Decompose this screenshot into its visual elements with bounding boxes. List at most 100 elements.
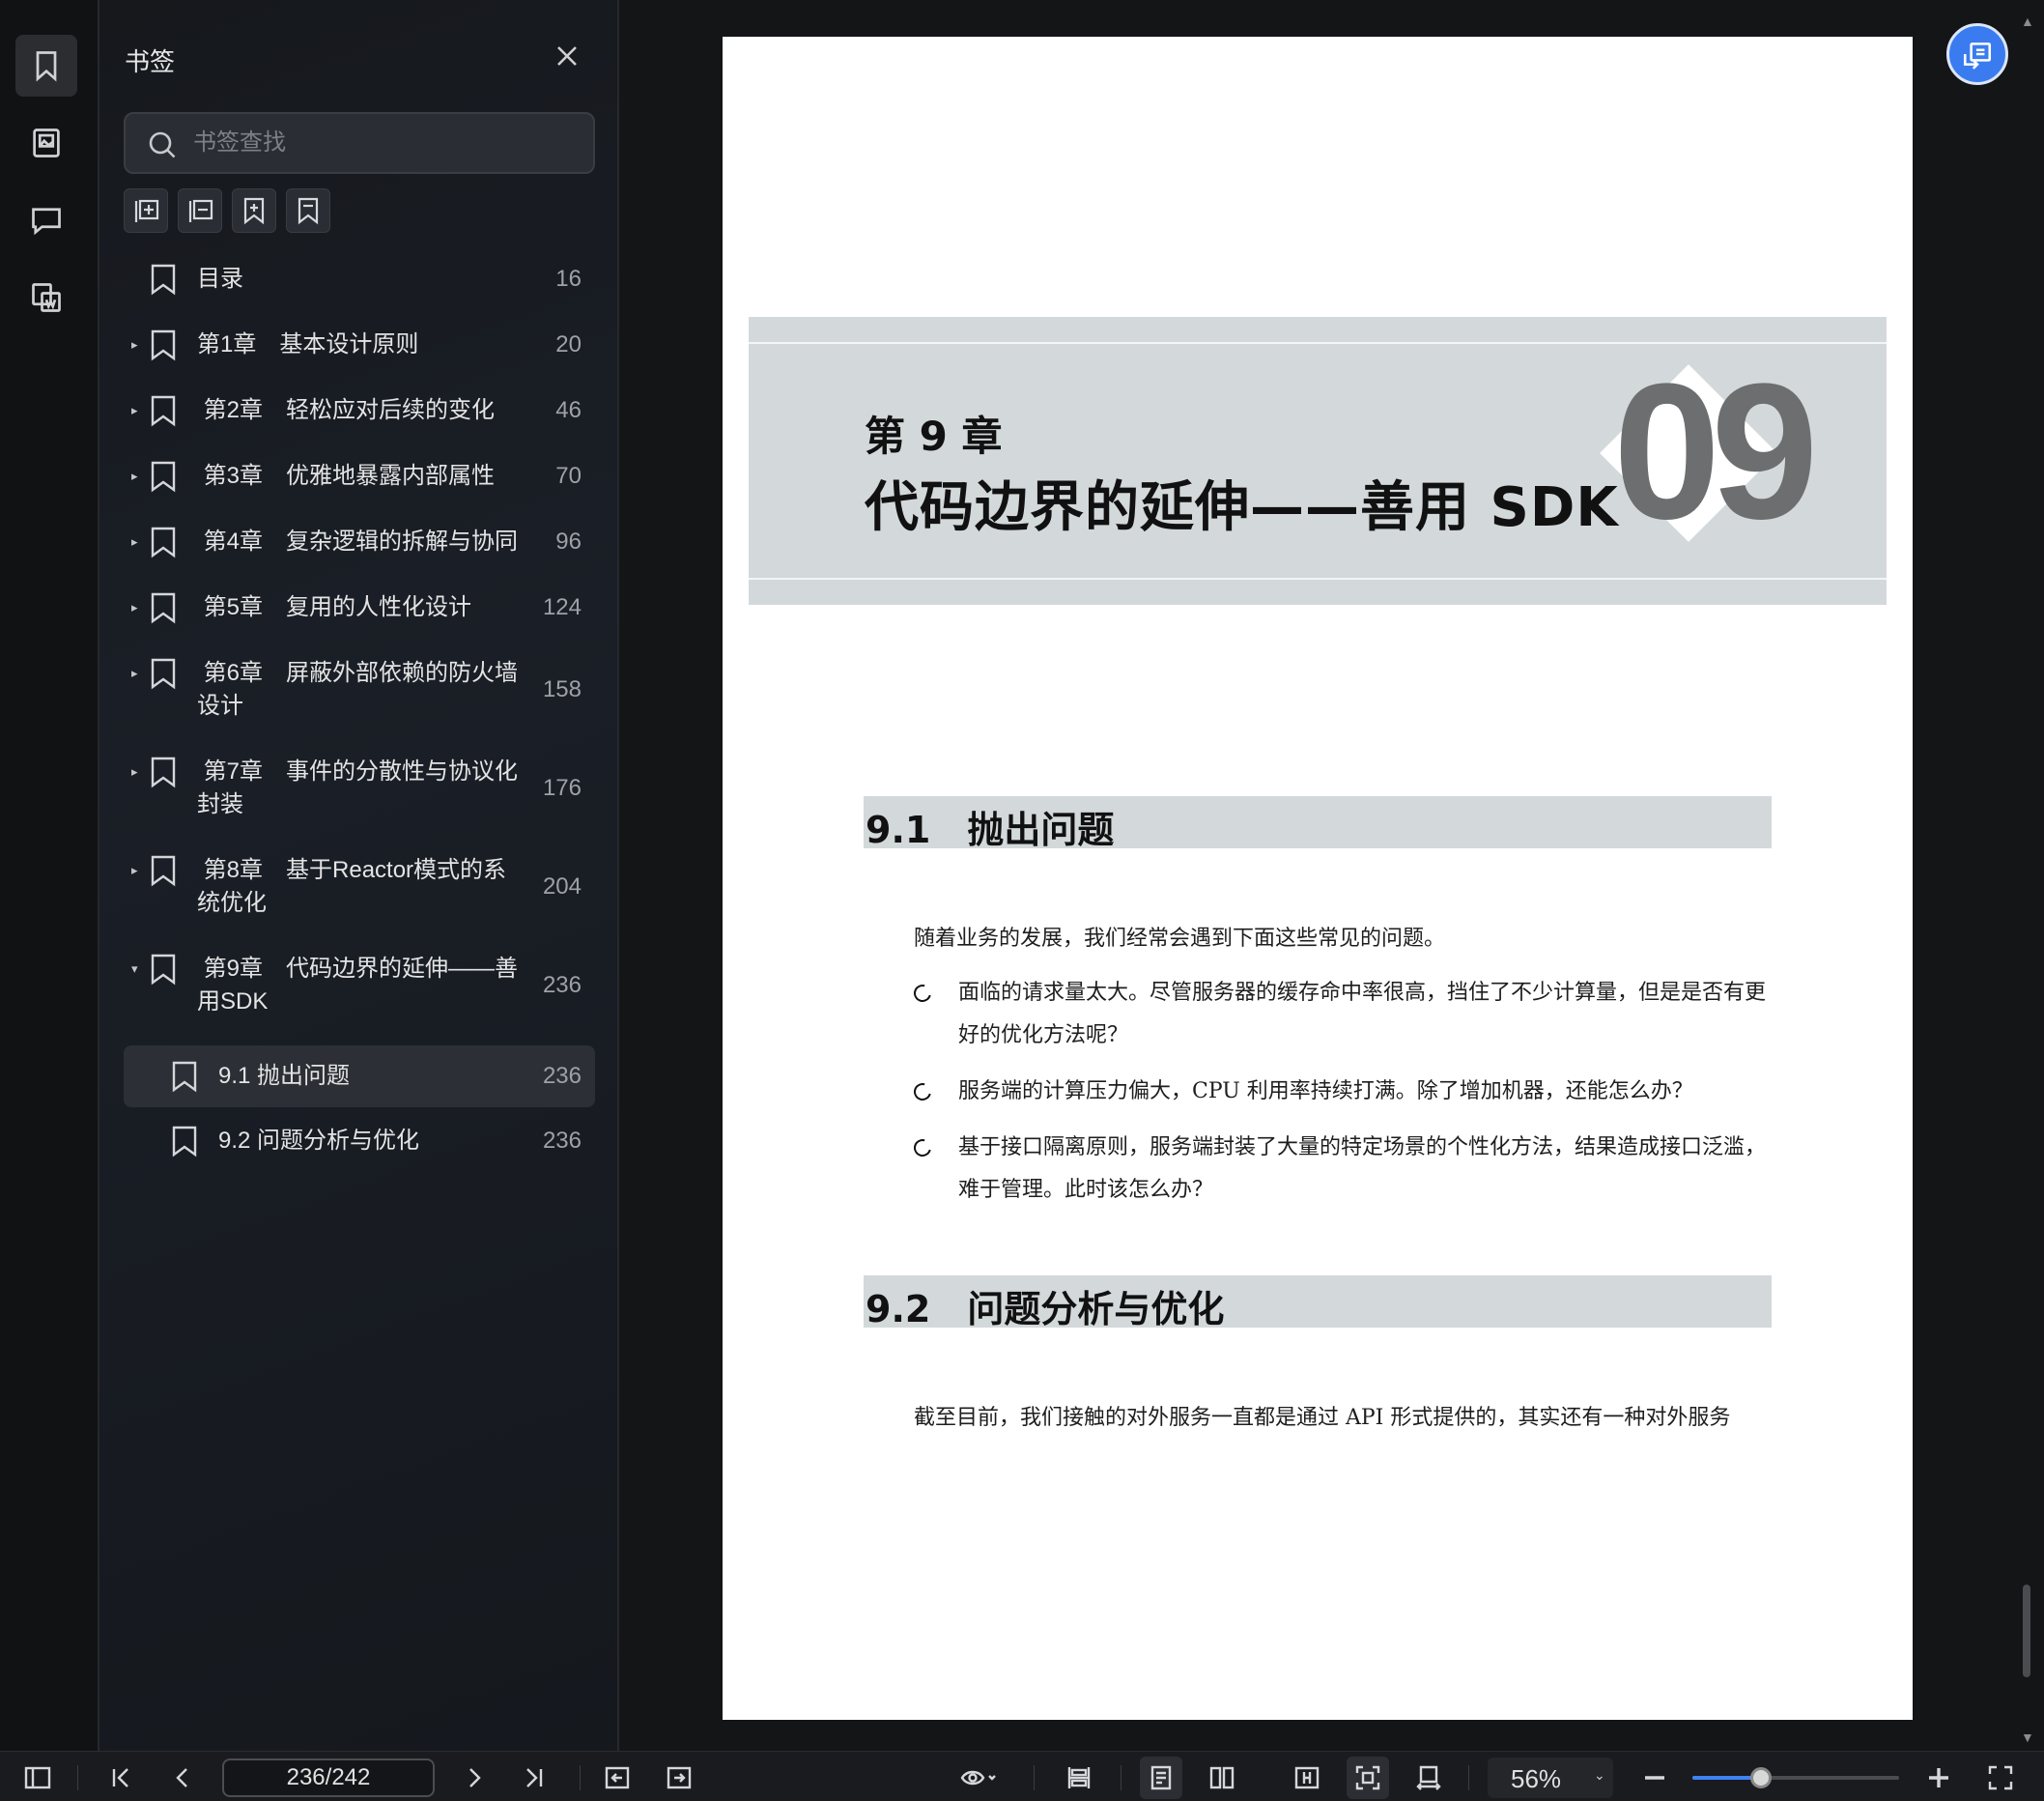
fullscreen-button[interactable]	[1984, 1761, 2017, 1794]
section-heading-bar: 9.1 抛出问题	[864, 796, 1772, 851]
scroll-up-arrow[interactable]: ▲	[2021, 14, 2034, 29]
bullet-marker	[910, 1135, 935, 1160]
bookmark-icon	[36, 51, 57, 82]
bookmark-label: 第5章 复用的人性化设计	[197, 594, 472, 620]
expand-arrow[interactable]: ▸	[131, 460, 149, 493]
actual-size-button[interactable]	[1347, 1757, 1389, 1799]
bookmark-rail-button[interactable]	[15, 35, 77, 97]
expand-arrow[interactable]: ▸	[131, 526, 149, 558]
comment-icon	[32, 208, 61, 236]
bookmark-item[interactable]: ▸ 第6章 屏蔽外部依赖的防火墙 设计 158	[124, 657, 595, 756]
banner-line	[749, 578, 1887, 580]
bookmark-item[interactable]: ▸ 第7章 事件的分散性与协议化 封装 176	[124, 756, 595, 854]
bookmark-label: 9.2 问题分析与优化	[218, 1128, 420, 1154]
bookmark-item[interactable]: ▸ 第1章 基本设计原则 20	[124, 329, 595, 394]
vertical-scrollbar[interactable]	[2023, 1585, 2030, 1677]
collapse-arrow[interactable]: ▾	[131, 953, 149, 986]
last-page-button[interactable]	[518, 1761, 551, 1794]
fit-page-button[interactable]	[1291, 1761, 1323, 1794]
paragraph: 随着业务的发展，我们经常会遇到下面这些常见的问题。	[914, 927, 1446, 951]
page-number-input[interactable]: 236/242	[222, 1758, 435, 1797]
expand-arrow[interactable]: ▸	[131, 657, 149, 690]
chapter-number: 09	[1613, 344, 1818, 559]
bullet-item: 基于接口隔离原则，服务端封装了大量的特定场景的个性化方法，结果造成接口泛滥，难于…	[910, 1127, 1774, 1212]
expand-all-icon	[134, 199, 159, 222]
bookmark-label: 目录	[197, 266, 243, 292]
search-icon	[147, 129, 178, 160]
bookmark-outline-icon	[298, 197, 319, 225]
bookmark-page: 158	[542, 676, 582, 702]
fit-page-icon	[1294, 1766, 1320, 1789]
bookmark-search-input[interactable]	[193, 124, 580, 162]
bookmark-icon	[149, 657, 178, 690]
separator	[1034, 1765, 1035, 1790]
collapse-all-button[interactable]	[178, 188, 222, 233]
bookmark-item[interactable]: ▸ 第8章 基于Reactor模式的系 统优化 204	[124, 854, 595, 953]
bullet-text: 服务端的计算压力偏大，CPU 利用率持续打满。除了增加机器，还能怎么办？	[958, 1079, 1693, 1103]
first-page-button[interactable]	[104, 1761, 137, 1794]
close-panel-button[interactable]	[554, 43, 581, 70]
last-page-icon	[526, 1768, 543, 1787]
expand-all-button[interactable]	[124, 188, 168, 233]
toggle-sidebar-button[interactable]	[21, 1761, 54, 1794]
previous-page-button[interactable]	[166, 1761, 199, 1794]
back-button[interactable]	[601, 1761, 634, 1794]
separator	[1468, 1765, 1469, 1790]
section-heading-bar: 9.2 问题分析与优化	[864, 1275, 1772, 1330]
zoom-in-button[interactable]	[1922, 1761, 1955, 1794]
pdf-reader-app: 书签 书签查找 目录 16 ▸ 第1章 基本设计原则 20 ▸ 第2章 轻松应对…	[0, 0, 2044, 1801]
fullscreen-icon	[1988, 1765, 2013, 1790]
zoom-slider-handle[interactable]	[1749, 1767, 1772, 1788]
bookmark-icon	[149, 526, 178, 558]
zoom-out-button[interactable]	[1638, 1761, 1671, 1794]
zoom-slider[interactable]	[1692, 1767, 1899, 1788]
bookmark-icon	[149, 591, 178, 624]
bookmark-page: 236	[542, 1063, 582, 1089]
bookmark-page: 46	[555, 397, 582, 423]
expand-arrow[interactable]: ▸	[131, 394, 149, 427]
bookmark-item[interactable]: 目录 16	[124, 263, 595, 329]
comment-rail-button[interactable]	[15, 189, 77, 251]
bookmark-subitem[interactable]: 9.2 问题分析与优化 236	[124, 1107, 595, 1169]
bookmark-page: 96	[555, 529, 582, 555]
bottom-toolbar: 236/242 56% ⌄	[0, 1751, 2044, 1801]
double-page-button[interactable]	[1206, 1761, 1238, 1794]
sidebar-icon	[24, 1766, 51, 1789]
expand-arrow[interactable]: ▸	[131, 854, 149, 887]
bookmark-item[interactable]: ▸ 第2章 轻松应对后续的变化 46	[124, 394, 595, 460]
single-page-button[interactable]	[1140, 1757, 1182, 1799]
convert-float-button[interactable]	[1946, 23, 2008, 85]
add-bookmark-button[interactable]	[232, 188, 276, 233]
bookmark-item[interactable]: ▸ 第4章 复杂逻辑的拆解与协同 96	[124, 526, 595, 591]
zoom-select[interactable]: 56% ⌄	[1488, 1758, 1613, 1798]
expand-arrow[interactable]: ▸	[131, 329, 149, 361]
scroll-down-arrow[interactable]: ▼	[2021, 1730, 2034, 1745]
collapse-all-icon	[188, 199, 213, 222]
view-mode-button[interactable]	[951, 1761, 1008, 1794]
expand-arrow[interactable]: ▸	[131, 591, 149, 624]
chevron-right-icon	[469, 1768, 481, 1787]
convert-icon	[1963, 43, 1992, 70]
forward-button[interactable]	[663, 1761, 696, 1794]
bookmark-item[interactable]: ▸ 第3章 优雅地暴露内部属性 70	[124, 460, 595, 526]
bookmark-item-expanded[interactable]: ▾ 第9章 代码边界的延伸——善 用SDK 236	[124, 953, 595, 1034]
bullet-text: 面临的请求量太大。尽管服务器的缓存命中率很高，挡住了不少计算量，但是是否有更好的…	[958, 981, 1767, 1047]
bookmark-label: 9.1 抛出问题	[218, 1063, 351, 1089]
thumbnail-rail-button[interactable]	[15, 112, 77, 174]
bookmark-label: 第8章 基于Reactor模式的系 统优化	[197, 857, 507, 916]
bookmark-subitem-selected[interactable]: 9.1 抛出问题 236	[124, 1045, 595, 1107]
convert-rail-button[interactable]	[15, 267, 77, 329]
bookmark-page: 20	[555, 331, 582, 357]
separator	[77, 1765, 78, 1790]
close-icon	[557, 46, 577, 66]
bookmark-item[interactable]: ▸ 第5章 复用的人性化设计 124	[124, 591, 595, 657]
remove-bookmark-button[interactable]	[286, 188, 330, 233]
minus-icon	[1645, 1776, 1664, 1780]
expand-arrow[interactable]: ▸	[131, 756, 149, 788]
next-page-button[interactable]	[458, 1761, 491, 1794]
chapter-label: 第 9 章	[865, 413, 1003, 460]
bookmark-icon	[170, 1060, 199, 1093]
fit-width-button[interactable]	[1063, 1761, 1095, 1794]
rotate-button[interactable]	[1412, 1761, 1445, 1794]
bookmark-label: 第1章 基本设计原则	[197, 331, 419, 357]
